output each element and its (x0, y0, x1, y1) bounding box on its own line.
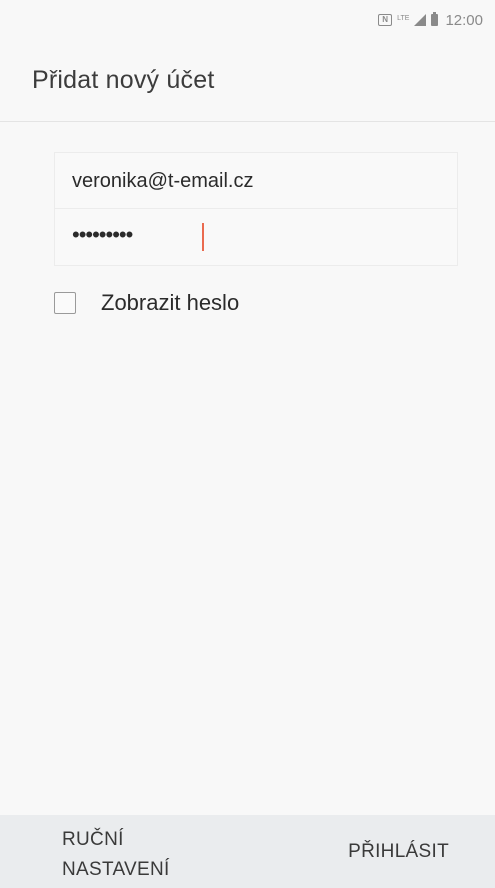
text-cursor (202, 223, 204, 251)
manual-setup-label-line1: RUČNÍ (62, 829, 124, 850)
signal-icon (414, 14, 427, 26)
page-title: Přidat nový účet (32, 66, 215, 94)
nfc-icon: N (378, 14, 393, 26)
sign-in-button[interactable]: PŘIHLÁSIT (348, 839, 449, 865)
manual-setup-button[interactable]: RUČNÍ NASTAVENÍ (62, 825, 232, 885)
app-header: Přidat nový účet (0, 40, 495, 122)
status-bar: N LTE 12:00 (0, 0, 495, 40)
status-time: 12:00 (445, 11, 483, 29)
account-form: veronika@t-email.cz ••••••••• (54, 152, 458, 266)
status-icons: N LTE 12:00 (378, 10, 483, 30)
email-field[interactable]: veronika@t-email.cz (55, 153, 457, 209)
battery-icon (431, 12, 439, 26)
password-field[interactable]: ••••••••• (55, 209, 457, 265)
lte-icon: LTE (397, 14, 410, 22)
password-value: ••••••••• (72, 222, 133, 247)
email-value: veronika@t-email.cz (72, 170, 254, 192)
show-password-label: Zobrazit heslo (101, 290, 240, 315)
show-password-row[interactable]: Zobrazit heslo (54, 287, 239, 319)
show-password-checkbox[interactable] (54, 292, 76, 314)
manual-setup-label-line2: NASTAVENÍ (62, 859, 170, 880)
bottom-action-bar: RUČNÍ NASTAVENÍ PŘIHLÁSIT (0, 815, 495, 888)
